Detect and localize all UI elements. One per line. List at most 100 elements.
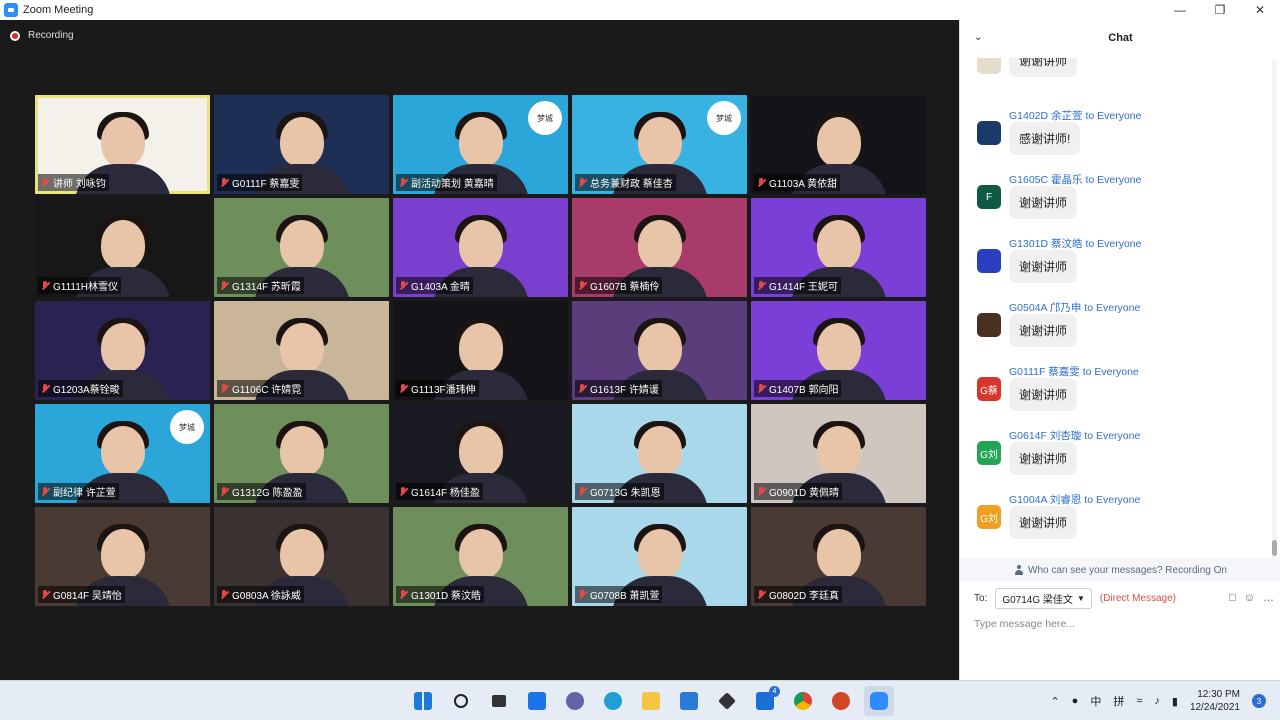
video-tile[interactable]: G1403A 金晴 bbox=[393, 198, 568, 297]
edge-browser-icon[interactable] bbox=[598, 686, 628, 716]
system-tray: ⌃ ● 中 拼 ≈ ♪ ▮ 12:30 PM 12/24/2021 3 bbox=[1050, 681, 1266, 720]
participant-name: G0111F 蔡嘉雯 bbox=[232, 179, 300, 190]
start-icon[interactable] bbox=[408, 686, 438, 716]
video-tile[interactable]: G1407B 郭向阳 bbox=[751, 301, 926, 400]
participant-name-tag: 讲师 刘咏钧 bbox=[38, 174, 109, 191]
minimize-icon[interactable]: — bbox=[1160, 0, 1200, 20]
wifi-icon[interactable]: ≈ bbox=[1136, 695, 1142, 707]
search-icon[interactable] bbox=[446, 686, 476, 716]
participant-name: G1106C 许婧霓 bbox=[232, 385, 302, 396]
teams-chat-icon[interactable] bbox=[560, 686, 590, 716]
more-icon[interactable]: … bbox=[1263, 592, 1274, 604]
chevron-down-icon[interactable]: ⌄ bbox=[974, 32, 982, 43]
video-tile[interactable]: 梦城 总务兼财政 蔡佳杏 bbox=[572, 95, 747, 194]
participant-name: G1403A 金晴 bbox=[411, 282, 470, 293]
video-tile[interactable]: G1414F 王妮可 bbox=[751, 198, 926, 297]
video-tile[interactable]: G1607B 蔡楠伶 bbox=[572, 198, 747, 297]
powerpoint-icon[interactable] bbox=[826, 686, 856, 716]
video-tile[interactable]: G1113F潘玮伸 bbox=[393, 301, 568, 400]
clock-date: 12/24/2021 bbox=[1189, 702, 1240, 713]
chat-message-input[interactable] bbox=[974, 614, 1270, 634]
mic-muted-icon bbox=[578, 177, 586, 188]
message-bubble: 谢谢讲师 bbox=[1009, 58, 1078, 77]
notification-badge[interactable]: 3 bbox=[1252, 694, 1266, 708]
ime-language[interactable]: 中 bbox=[1090, 693, 1101, 709]
mail-icon[interactable]: 4 bbox=[750, 686, 780, 716]
participant-name: G1111H林雪仪 bbox=[53, 282, 119, 293]
video-tile[interactable]: 讲师 刘咏钧 bbox=[35, 95, 210, 194]
video-tile[interactable]: G0713G 朱凯恩 bbox=[572, 404, 747, 503]
mic-muted-icon bbox=[578, 486, 586, 497]
video-tile[interactable]: 梦城 副纪律 许芷萱 bbox=[35, 404, 210, 503]
participant-video bbox=[637, 322, 682, 373]
video-tile[interactable]: 梦城 副活动策划 黄嘉晴 bbox=[393, 95, 568, 194]
message-bubble: 谢谢讲师 bbox=[1009, 186, 1078, 219]
chat-scrollbar[interactable] bbox=[1272, 60, 1277, 560]
avatar: G刘 bbox=[977, 441, 1001, 465]
participant-name-tag: G1614F 杨佳盈 bbox=[396, 483, 483, 500]
privacy-notice[interactable]: Who can see your messages? Recording On bbox=[960, 558, 1280, 582]
participant-video bbox=[458, 425, 503, 476]
participant-name: G1614F 杨佳盈 bbox=[411, 488, 480, 499]
recording-label: Recording bbox=[28, 30, 74, 41]
video-tile[interactable]: G1312G 陈盈盈 bbox=[214, 404, 389, 503]
scrollbar-thumb[interactable] bbox=[1272, 540, 1277, 556]
widgets-icon[interactable] bbox=[522, 686, 552, 716]
recipient-name: G0714G 梁佳文 bbox=[1002, 594, 1073, 606]
participant-name: G1312G 陈盈盈 bbox=[232, 488, 303, 499]
participant-name-tag: G1103A 黄依甜 bbox=[754, 174, 841, 191]
participant-video bbox=[637, 425, 682, 476]
video-tile[interactable]: G1103A 黄依甜 bbox=[751, 95, 926, 194]
sender-name: G0504A 邝乃申 bbox=[1009, 302, 1082, 314]
participant-name-tag: G1613F 许婧谖 bbox=[575, 380, 662, 397]
message-bubble: 谢谢讲师 bbox=[1009, 250, 1078, 283]
mic-muted-icon bbox=[41, 486, 49, 497]
ime-mode[interactable]: 拼 bbox=[1113, 693, 1124, 709]
participant-name-tag: G0111F 蔡嘉雯 bbox=[217, 174, 303, 191]
video-tile[interactable]: G0803A 徐詠威 bbox=[214, 507, 389, 606]
participant-name-tag: 总务兼财政 蔡佳杏 bbox=[575, 174, 676, 191]
sender-name: G1605C 霍晶乐 bbox=[1009, 174, 1083, 186]
participant-name-tag: G0901D 黄佩晴 bbox=[754, 483, 843, 500]
video-tile[interactable]: G1314F 苏昕霞 bbox=[214, 198, 389, 297]
participant-video bbox=[279, 219, 324, 270]
video-tile[interactable]: G1614F 杨佳盈 bbox=[393, 404, 568, 503]
chrome-icon[interactable] bbox=[788, 686, 818, 716]
microphone-icon[interactable]: ● bbox=[1072, 695, 1079, 707]
participant-name-tag: G1312G 陈盈盈 bbox=[217, 483, 306, 500]
participant-video bbox=[100, 219, 145, 270]
file-icon[interactable]: □ bbox=[1229, 592, 1236, 604]
store-icon[interactable] bbox=[674, 686, 704, 716]
chevron-up-icon[interactable]: ⌃ bbox=[1050, 695, 1059, 708]
clock[interactable]: 12:30 PM 12/24/2021 bbox=[1190, 688, 1240, 714]
mic-muted-icon bbox=[220, 589, 228, 600]
chat-tools: □ ☺ … bbox=[1229, 592, 1274, 604]
file-explorer-icon[interactable] bbox=[636, 686, 666, 716]
recipient-dropdown[interactable]: G0714G 梁佳文 ▼ bbox=[995, 587, 1092, 609]
video-tile[interactable]: G1301D 蔡汶皓 bbox=[393, 507, 568, 606]
volume-icon[interactable]: ♪ bbox=[1154, 695, 1160, 707]
mic-muted-icon bbox=[757, 589, 765, 600]
recording-indicator[interactable]: Recording bbox=[10, 30, 74, 41]
video-tile[interactable]: G0111F 蔡嘉雯 bbox=[214, 95, 389, 194]
windows-taskbar: 4 ⌃ ● 中 拼 ≈ ♪ ▮ 12:30 PM 12/24/2021 3 bbox=[0, 680, 1280, 720]
maximize-icon[interactable]: ❐ bbox=[1200, 0, 1240, 20]
video-tile[interactable]: G0802D 李廷真 bbox=[751, 507, 926, 606]
video-tile[interactable]: G0901D 黄佩晴 bbox=[751, 404, 926, 503]
emoji-icon[interactable]: ☺ bbox=[1244, 592, 1255, 604]
participant-name: G0814F 吴靖怡 bbox=[53, 591, 122, 602]
chat-title: Chat bbox=[1108, 32, 1133, 44]
video-tile[interactable]: G0708B 萧凯萱 bbox=[572, 507, 747, 606]
video-tile[interactable]: G1203A蔡铨畯 bbox=[35, 301, 210, 400]
video-tile[interactable]: G1106C 许婧霓 bbox=[214, 301, 389, 400]
video-tile[interactable]: G1111H林雪仪 bbox=[35, 198, 210, 297]
sender-name: G1004A 刘睿恩 bbox=[1009, 494, 1082, 506]
chat-message-list[interactable]: 谢谢讲师 G1402D 余芷萱 to Everyone 感谢讲师! F G1605C 霍… bbox=[960, 58, 1270, 558]
video-tile[interactable]: G1613F 许婧谖 bbox=[572, 301, 747, 400]
close-icon[interactable]: ✕ bbox=[1240, 0, 1280, 20]
zoom-taskbar-icon[interactable] bbox=[864, 686, 894, 716]
video-tile[interactable]: G0814F 吴靖怡 bbox=[35, 507, 210, 606]
dropbox-icon[interactable] bbox=[712, 686, 742, 716]
battery-icon[interactable]: ▮ bbox=[1172, 695, 1178, 708]
task-view-icon[interactable] bbox=[484, 686, 514, 716]
